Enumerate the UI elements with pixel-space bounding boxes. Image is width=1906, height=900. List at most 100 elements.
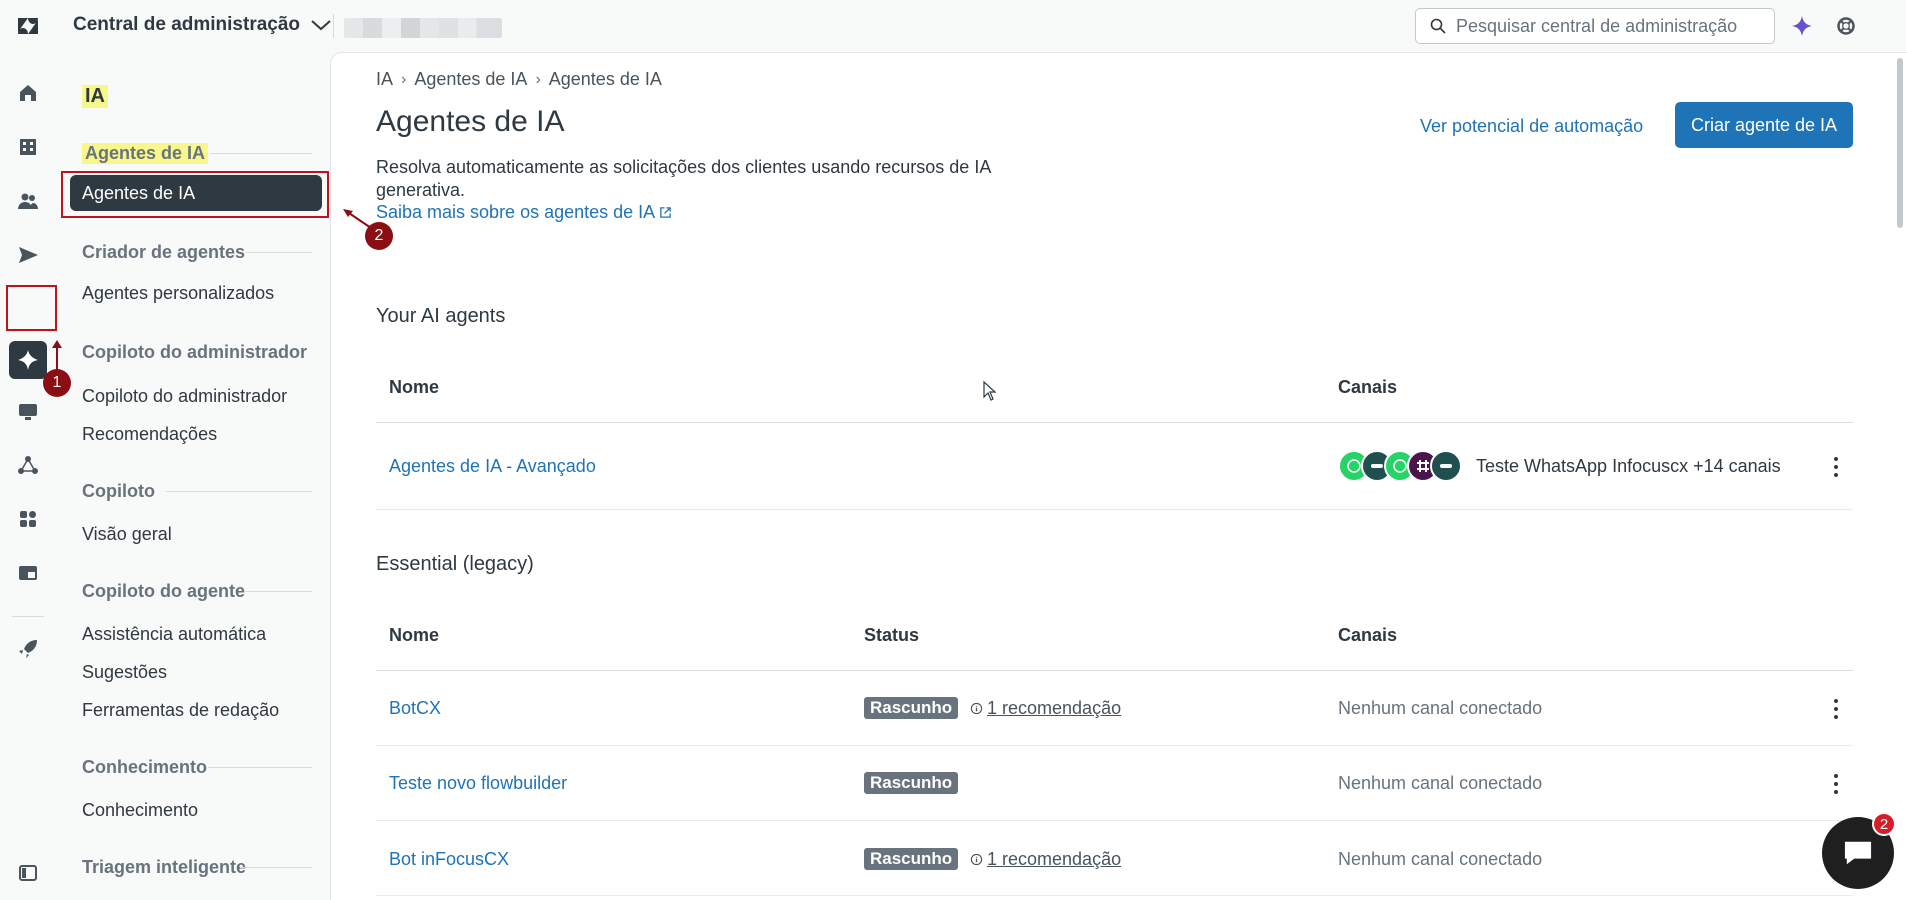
page-description: Resolva automaticamente as solicitações … xyxy=(376,157,991,200)
top-bar: Central de administração xyxy=(0,0,1906,52)
table-header: Nome Status Canais xyxy=(376,595,1853,671)
channel-icons xyxy=(1338,450,1462,482)
more-options-icon[interactable] xyxy=(1833,699,1839,719)
section-divider xyxy=(244,591,312,592)
annotation-box-nav xyxy=(61,171,329,218)
nav-section-copiloto: Copiloto xyxy=(82,481,155,501)
breadcrumb-item-agentes[interactable]: Agentes de IA xyxy=(414,69,527,90)
chat-bubble-icon xyxy=(1844,841,1872,865)
nav-item-agentes-personalizados[interactable]: Agentes personalizados xyxy=(82,283,274,304)
column-header-nome[interactable]: Nome xyxy=(389,625,439,646)
nav-section-triagem-inteligente: Triagem inteligente xyxy=(82,857,247,877)
building-icon[interactable] xyxy=(13,132,43,162)
left-rail xyxy=(0,52,60,900)
section-divider xyxy=(208,767,312,768)
chat-monitor-icon[interactable] xyxy=(13,396,43,426)
channels-status: Nenhum canal conectado xyxy=(1338,849,1543,869)
nav-item-ferramentas-de-redacao[interactable]: Ferramentas de redação xyxy=(82,700,279,721)
send-icon[interactable] xyxy=(13,240,43,270)
column-header-canais[interactable]: Canais xyxy=(1338,625,1397,646)
chevron-down-icon xyxy=(311,20,331,31)
recommendation-label: 1 recomendação xyxy=(987,849,1122,869)
status-badge: Rascunho xyxy=(864,697,959,719)
recommendation-label: 1 recomendação xyxy=(987,698,1122,718)
annotation-box-rail xyxy=(6,285,57,331)
more-options-icon[interactable] xyxy=(1833,774,1839,794)
status-badge: Rascunho xyxy=(864,848,959,870)
apps-grid-icon[interactable] xyxy=(13,504,43,534)
main-content: IA › Agentes de IA › Agentes de IA Agent… xyxy=(330,52,1906,900)
table-row[interactable]: Bot inFocusCX Rascunho 1 recomendação Ne… xyxy=(376,821,1853,896)
info-icon xyxy=(970,853,983,866)
column-header-status[interactable]: Status xyxy=(864,625,919,646)
agent-name-link[interactable]: Agentes de IA - Avançado xyxy=(389,456,596,477)
home-icon[interactable] xyxy=(13,78,43,108)
channels-status: Nenhum canal conectado xyxy=(1338,698,1543,718)
create-ai-agent-button[interactable]: Criar agente de IA xyxy=(1675,102,1853,148)
table-row[interactable]: Agentes de IA - Avançado Teste WhatsApp … xyxy=(376,423,1853,510)
annotation-marker-1: 1 xyxy=(43,369,71,397)
learn-more-link[interactable]: Saiba mais sobre os agentes de IA xyxy=(376,202,672,223)
chat-notification-badge: 2 xyxy=(1872,812,1896,836)
agent-name-link[interactable]: BotCX xyxy=(389,698,441,719)
section-divider xyxy=(166,491,312,492)
zendesk-logo-icon[interactable] xyxy=(16,14,40,38)
ai-agents-table: Nome Canais Agentes de IA - Avançado Tes… xyxy=(376,347,1853,510)
collapse-sidebar-icon[interactable] xyxy=(13,858,43,888)
table-row[interactable]: Teste novo flowbuilder Rascunho Nenhum c… xyxy=(376,746,1853,821)
nav-heading: IA xyxy=(82,85,108,108)
nav-section-copiloto-do-administrador: Copiloto do administrador xyxy=(82,342,307,362)
rail-divider xyxy=(12,616,44,617)
nav-section-conhecimento: Conhecimento xyxy=(82,757,208,777)
breadcrumb-item-ia[interactable]: IA xyxy=(376,69,393,90)
channels-status: Nenhum canal conectado xyxy=(1338,773,1543,793)
nav-section-agentes-de-ia: Agentes de IA xyxy=(82,143,209,164)
recommendation-link[interactable]: 1 recomendação xyxy=(970,849,1121,870)
annotation-marker-2: 2 xyxy=(365,222,393,250)
channels-summary: Teste WhatsApp Infocuscx +14 canais xyxy=(1476,456,1781,476)
chat-channel-icon xyxy=(1430,450,1462,482)
objects-nodes-icon[interactable] xyxy=(13,450,43,480)
breadcrumb: IA › Agentes de IA › Agentes de IA xyxy=(376,69,662,90)
table-header: Nome Canais xyxy=(376,347,1853,423)
nav-item-assistencia-automatica[interactable]: Assistência automática xyxy=(82,624,266,645)
page-title: Agentes de IA xyxy=(376,105,565,138)
table-row[interactable]: BotCX Rascunho 1 recomendação Nenhum can… xyxy=(376,671,1853,746)
nav-item-conhecimento[interactable]: Conhecimento xyxy=(82,800,198,821)
rocket-icon[interactable] xyxy=(13,634,43,664)
nav-item-visao-geral[interactable]: Visão geral xyxy=(82,524,172,545)
search-icon xyxy=(1430,18,1446,34)
external-link-icon xyxy=(660,207,671,218)
legacy-agents-table: Nome Status Canais BotCX Rascunho 1 reco… xyxy=(376,595,1853,896)
breadcrumb-item-current: Agentes de IA xyxy=(548,69,662,89)
search-input[interactable] xyxy=(1456,15,1756,37)
info-icon xyxy=(970,702,983,715)
chevron-right-icon: › xyxy=(401,70,407,88)
app-title: Central de administração xyxy=(73,14,301,35)
section-divider xyxy=(246,252,312,253)
recommendation-link[interactable]: 1 recomendação xyxy=(970,698,1121,719)
nav-item-copiloto-do-administrador[interactable]: Copiloto do administrador xyxy=(82,386,287,407)
nav-item-recomendacoes[interactable]: Recomendações xyxy=(82,424,217,445)
nav-section-criador-de-agentes: Criador de agentes xyxy=(82,242,246,262)
ai-sparkle-icon[interactable] xyxy=(1790,14,1814,38)
help-lifebuoy-icon[interactable] xyxy=(1834,14,1858,38)
mouse-cursor-icon xyxy=(983,381,997,401)
column-header-canais[interactable]: Canais xyxy=(1338,377,1397,398)
agent-name-link[interactable]: Teste novo flowbuilder xyxy=(389,773,567,794)
column-header-nome[interactable]: Nome xyxy=(389,377,439,398)
search-field[interactable] xyxy=(1415,8,1775,44)
section-divider xyxy=(210,153,312,154)
status-badge: Rascunho xyxy=(864,772,959,794)
automation-potential-link[interactable]: Ver potencial de automação xyxy=(1420,116,1643,137)
workspace-icon[interactable] xyxy=(13,558,43,588)
nav-item-sugestoes[interactable]: Sugestões xyxy=(82,662,167,683)
page-scrollbar[interactable] xyxy=(1897,58,1903,228)
chevron-right-icon: › xyxy=(535,70,541,88)
blurred-account-name xyxy=(344,18,502,38)
product-switcher[interactable]: Central de administração xyxy=(73,14,332,36)
essential-legacy-heading: Essential (legacy) xyxy=(376,553,534,575)
agent-name-link[interactable]: Bot inFocusCX xyxy=(389,849,509,870)
more-options-icon[interactable] xyxy=(1833,457,1839,477)
people-icon[interactable] xyxy=(13,186,43,216)
